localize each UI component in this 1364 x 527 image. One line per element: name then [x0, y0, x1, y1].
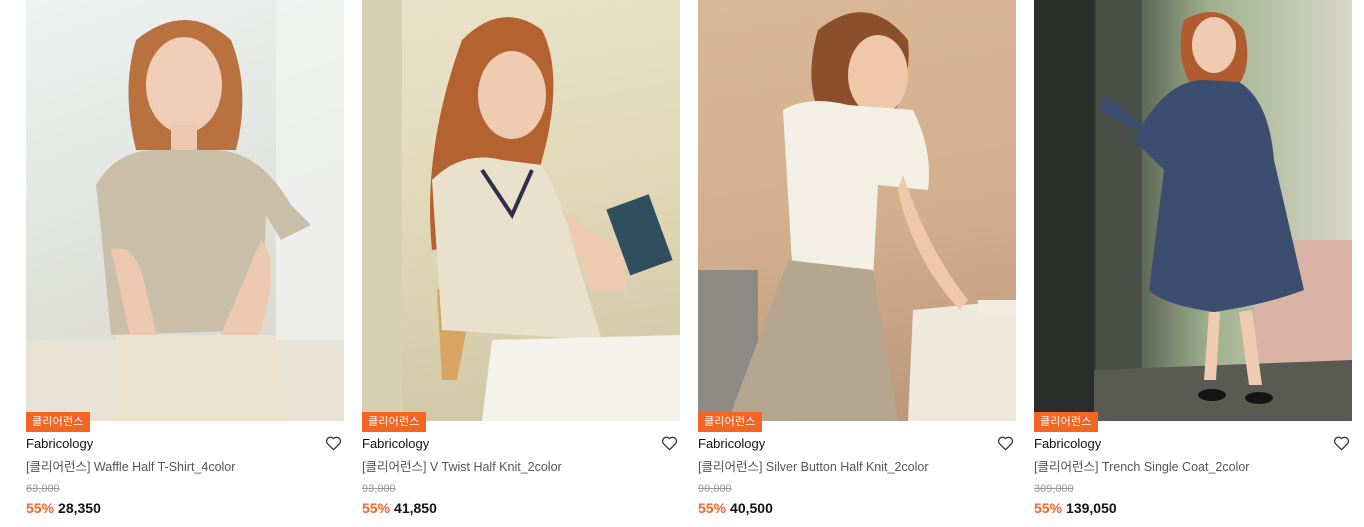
- product-image[interactable]: [26, 0, 344, 421]
- brand-name[interactable]: Fabricology: [362, 436, 680, 452]
- product-thumbnail-wrapper: 클리어런스: [698, 0, 1016, 432]
- heart-outline-icon[interactable]: [661, 435, 678, 451]
- sale-price: 40,500: [730, 500, 773, 516]
- product-info: Fabricology [클리어런스] Trench Single Coat_2…: [1034, 421, 1352, 517]
- original-price: 90,000: [698, 483, 732, 495]
- product-info: Fabricology [클리어런스] Waffle Half T-Shirt_…: [26, 421, 344, 517]
- brand-name[interactable]: Fabricology: [698, 436, 1016, 452]
- brand-name[interactable]: Fabricology: [26, 436, 344, 452]
- product-card[interactable]: 클리어런스 Fabricology [클리어런스] Trench Single …: [1034, 0, 1352, 517]
- sale-price: 28,350: [58, 500, 101, 516]
- heart-outline-icon[interactable]: [997, 435, 1014, 451]
- heart-outline-icon[interactable]: [1333, 435, 1350, 451]
- discount-rate: 55%: [1034, 500, 1063, 516]
- original-price: 309,000: [1034, 483, 1074, 495]
- model-illustration: [362, 0, 680, 421]
- original-price: 63,000: [26, 483, 60, 495]
- product-thumbnail-wrapper: 클리어런스: [26, 0, 344, 432]
- sale-price: 139,050: [1066, 500, 1117, 516]
- product-image[interactable]: [698, 0, 1016, 421]
- product-grid: 클리어런스 Fabricology [클리어런스] Waffle Half T-…: [26, 0, 1352, 517]
- price-row: 55% 139,050: [1034, 500, 1352, 517]
- discount-rate: 55%: [362, 500, 391, 516]
- discount-rate: 55%: [26, 500, 55, 516]
- product-thumbnail-wrapper: 클리어런스: [1034, 0, 1352, 432]
- product-title[interactable]: [클리어런스] Trench Single Coat_2color: [1034, 459, 1352, 475]
- product-card[interactable]: 클리어런스 Fabricology [클리어런스] V Twist Half K…: [362, 0, 680, 517]
- product-title[interactable]: [클리어런스] Silver Button Half Knit_2color: [698, 459, 1016, 475]
- price-row: 55% 40,500: [698, 500, 1016, 517]
- product-image[interactable]: [1034, 0, 1352, 421]
- discount-rate: 55%: [698, 500, 727, 516]
- product-photo: [362, 0, 680, 421]
- price-row: 55% 28,350: [26, 500, 344, 517]
- product-info: Fabricology [클리어런스] V Twist Half Knit_2c…: [362, 421, 680, 517]
- model-illustration: [698, 12, 1016, 421]
- product-image[interactable]: [362, 0, 680, 421]
- heart-outline-icon[interactable]: [325, 435, 342, 451]
- sale-price: 41,850: [394, 500, 437, 516]
- product-photo: [698, 0, 1016, 421]
- model-illustration: [26, 0, 344, 421]
- product-thumbnail-wrapper: 클리어런스: [362, 0, 680, 432]
- product-info: Fabricology [클리어런스] Silver Button Half K…: [698, 421, 1016, 517]
- brand-name[interactable]: Fabricology: [1034, 436, 1352, 452]
- product-photo: [1034, 0, 1352, 421]
- price-row: 55% 41,850: [362, 500, 680, 517]
- product-card[interactable]: 클리어런스 Fabricology [클리어런스] Silver Button …: [698, 0, 1016, 517]
- product-photo: [26, 0, 344, 421]
- product-title[interactable]: [클리어런스] V Twist Half Knit_2color: [362, 459, 680, 475]
- original-price: 93,000: [362, 483, 396, 495]
- product-card[interactable]: 클리어런스 Fabricology [클리어런스] Waffle Half T-…: [26, 0, 344, 517]
- product-title[interactable]: [클리어런스] Waffle Half T-Shirt_4color: [26, 459, 344, 475]
- model-illustration: [1034, 0, 1352, 421]
